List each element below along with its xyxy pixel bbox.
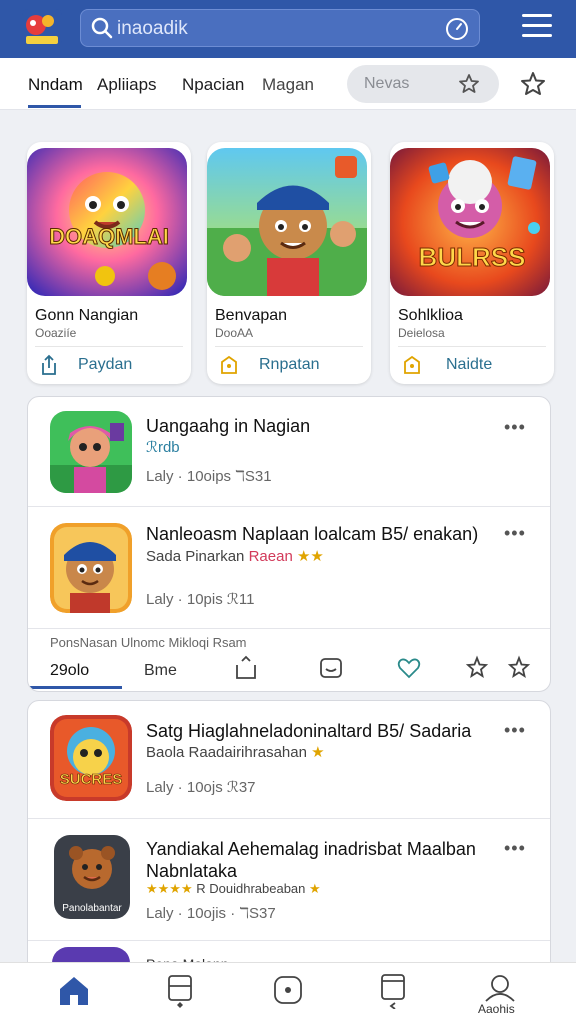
bottom-navigation: Aaohis [0,962,576,1024]
heart-icon[interactable] [396,655,422,681]
share-icon[interactable] [39,354,59,376]
featured-subtitle: Deielosa [398,326,445,340]
item-subtitle-text: R Douidhrabeaban [196,881,306,896]
panel-tab[interactable]: Bme [144,662,177,680]
game-artwork [390,148,550,296]
library-icon[interactable] [373,973,413,1009]
active-tab-indicator [28,105,81,108]
app-icon [50,715,132,801]
tab-apliiaps[interactable]: Apliiaps [97,75,157,95]
app-logo[interactable] [22,9,62,47]
item-title-line2: Nabnlataka [146,861,238,881]
panel-tab-active[interactable]: 29olo [50,662,89,680]
item-subtitle-text: Sada Pinarkan [146,548,245,565]
item-meta: Laly · 10ojis · ℸS37 [146,905,276,922]
filter-pill[interactable]: Nevas [347,65,499,103]
item-subtitle: ★★★★ R Douidhrabeaban ★ [146,881,321,897]
featured-title: Gonn Nangian [35,307,139,324]
filter-pill-label: Nevas [364,75,410,92]
featured-card[interactable]: DOAQMLAI Gonn Nangian Ooaziíe Paydan [27,142,191,384]
star-outline-icon [459,74,479,93]
item-title: Yandiakal Aehemalag inadrisbat Maalban [146,839,476,859]
app-list-panel: SUCRES Satg Hiaglahneladoninaltard B5/ S… [27,700,551,990]
voice-search-icon[interactable] [445,17,469,41]
rating-stars-icon: ★ [311,744,325,761]
home-icon[interactable] [54,973,94,1009]
featured-card[interactable]: BULRSS Sohlklioa Deielosa Naidte [390,142,554,384]
notice-text: PonsNasan Ulnomc Mikloqi Rsam [50,635,247,650]
divider [215,346,363,347]
featured-action-button[interactable]: Paydan [78,356,132,374]
item-meta: Laly · 10oips ℸS31 [146,468,272,485]
item-meta: Laly · 10pis ℛ11 [146,591,255,608]
more-options-icon[interactable]: ••• [504,838,526,859]
item-subtitle: Baola Raadairihrasahan ★ [146,743,325,761]
divider [398,346,546,347]
game-artwork [207,148,367,296]
more-options-icon[interactable]: ••• [504,417,526,438]
rating-stars-icon: ★★★★ [146,881,193,896]
panel-tab-indicator [28,686,122,689]
list-item[interactable]: Nanleoasm Naplaan loalcam B5/ enakan) Sa… [28,507,550,627]
featured-title: Sohlklioa [398,307,463,324]
list-item[interactable]: SUCRES Satg Hiaglahneladoninaltard B5/ S… [28,701,550,817]
item-subtitle: Sada Pinarkan Raean ★★ [146,547,324,565]
list-item[interactable]: Panolabantar Yandiakal Aehemalag inadris… [28,819,550,939]
featured-title: Benvapan [215,307,288,324]
search-input[interactable]: inaoadik [117,18,188,40]
tab-npacian[interactable]: Npacian [182,75,244,95]
hamburger-menu-icon[interactable] [522,14,552,42]
item-subtitle-accent: Raean [248,548,293,565]
message-icon[interactable] [318,655,344,681]
featured-card[interactable]: Benvapan DooAA Rnpatan [207,142,371,384]
tab-magan[interactable]: Magan [262,75,314,95]
featured-action-button[interactable]: Naidte [446,356,492,374]
rating-stars-icon: ★★ [296,548,324,565]
apps-icon[interactable] [160,973,200,1009]
more-options-icon[interactable]: ••• [504,523,526,544]
featured-subtitle: DooAA [215,326,254,340]
rating-stars-icon: ★ [309,881,321,896]
app-icon-title: SUCRES [59,771,123,789]
featured-action-button[interactable]: Rnpatan [259,356,320,374]
games-icon[interactable] [268,973,308,1009]
item-meta: Laly · 10ojs ℛ37 [146,779,256,796]
share-icon[interactable] [233,655,259,681]
search-icon [91,17,113,39]
app-icon [50,523,132,613]
favorites-star-icon[interactable] [519,70,547,98]
divider [35,346,183,347]
game-artwork-title: DOAQMLAI [49,224,170,250]
tab-nndam[interactable]: Nndam [28,75,83,95]
item-title: Satg Hiaglahneladoninaltard B5/ Sadaria [146,721,472,741]
item-title: Nanleoasm Naplaan loalcam B5/ enakan) [146,524,479,544]
more-options-icon[interactable]: ••• [504,720,526,741]
item-title: Uangaahg in Nagian [146,416,311,436]
tag-icon[interactable] [219,354,239,376]
star-outline-icon[interactable] [506,655,532,681]
featured-subtitle: Ooaziíe [35,326,77,340]
search-bar[interactable]: inaoadik [80,9,480,47]
pin-icon[interactable] [464,655,490,681]
game-artwork-title: BULRSS [418,242,526,273]
game-artwork [27,148,187,296]
item-subtitle-text: Baola Raadairihrasahan [146,744,307,761]
profile-label[interactable]: Aaohis [478,1002,515,1016]
app-list-panel: Uangaahg in Nagian ℛrdb Laly · 10oips ℸS… [27,396,551,692]
divider [28,628,550,629]
list-item[interactable]: Uangaahg in Nagian ℛrdb Laly · 10oips ℸS… [28,397,550,505]
tag-icon[interactable] [402,354,422,376]
app-icon [50,411,132,493]
app-header: inaoadik [0,0,576,58]
item-subtitle: ℛrdb [146,439,180,456]
app-icon-title: Panolabantar [62,903,122,914]
